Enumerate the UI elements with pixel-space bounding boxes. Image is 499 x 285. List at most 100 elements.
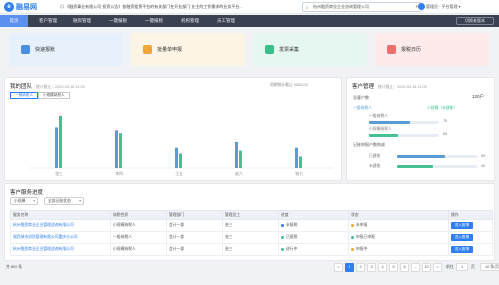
enter-ledger-button[interactable]: 进入账簿 <box>451 222 473 229</box>
document-icon <box>143 45 152 54</box>
page-size-select[interactable]: 10 条/页 <box>480 263 499 271</box>
record-row-label: 已建账 <box>369 154 381 158</box>
nav-org[interactable]: 机构管理 <box>176 15 204 27</box>
quick-card-tax-calendar[interactable]: 报税日历 <box>375 33 489 66</box>
chevron-down-icon: ▾ <box>79 199 81 203</box>
bar[interactable] <box>179 153 182 169</box>
taxpayer-type: 一般纳税人 <box>110 231 167 244</box>
company-select[interactable]: ⌕ 杭州融资商业企业咨询管理公司 ▾ <box>302 2 422 12</box>
x-tick-label: 钱七 <box>295 171 303 176</box>
progress-bar <box>369 121 439 124</box>
bar[interactable] <box>239 150 242 168</box>
table-row[interactable]: 湖西城市消防管理有限公司重庆分公司 一般纳税人 会计一部 张三 已报税 申报已申报 进入账簿 <box>10 231 493 244</box>
progress-bar <box>369 134 439 137</box>
bar[interactable] <box>55 127 58 168</box>
taxpayer-toggle: 一般纳税人 小规模纳税人 <box>10 92 70 99</box>
quick-card-batch-declare[interactable]: 批量单申报 <box>131 33 245 66</box>
total-customers-value: 120户 <box>472 94 484 100</box>
service-name-link[interactable]: 湖西城市消防管理有限公司重庆分公司 <box>10 231 111 244</box>
page-button[interactable]: 3 <box>367 263 376 272</box>
table-row[interactable]: 杭州融资商业企业管理咨询有限公司 小规模纳税人 会计一部 张三 未报税 未申报 进入账簿 <box>10 219 493 232</box>
page-button[interactable]: 2 <box>356 263 365 272</box>
page-button[interactable]: 1 <box>345 263 354 272</box>
switch-version-button[interactable]: 切换老版本 <box>456 17 494 25</box>
user-menu[interactable]: 管理员 · 平台管理 ▾ <box>426 4 461 10</box>
x-tick-label: 张三 <box>55 171 63 176</box>
service-name-link[interactable]: 杭州融资商业企业管理咨询有限公司 <box>10 243 111 256</box>
nav-tax[interactable]: 一键报税 <box>104 15 132 27</box>
quick-card-reimburse[interactable]: 快速报账 <box>9 33 123 66</box>
logo[interactable]: e 融易网 <box>4 2 37 12</box>
total-customers-label: 总客户数 <box>353 95 369 100</box>
tab-small-taxpayer[interactable]: 小规模纳税人 <box>37 92 70 99</box>
progress-text: 进行中 <box>286 247 298 251</box>
notice-marquee[interactable]: ◎ 《融资事业有限公司 投资公告》各融资租赁平台的有关部门在开业部门 业主的工作… <box>60 4 243 10</box>
table-row[interactable]: 杭州融资商业企业管理咨询有限公司 小规模纳税人 会计一部 张三 进行中 申报中 进入账簿 <box>10 243 493 256</box>
page-button[interactable]: 4 <box>378 263 387 272</box>
progress-cell: 进行中 <box>278 243 349 256</box>
bar[interactable] <box>59 115 62 168</box>
column-header: 纳税性质 <box>110 210 167 220</box>
nav-customers[interactable]: 客户管理 <box>34 15 62 27</box>
progress-fill <box>397 165 433 168</box>
page-button[interactable]: 10 <box>422 263 431 272</box>
row-value: 50 <box>443 132 448 136</box>
nav-finance[interactable]: 融资管理 <box>68 15 96 27</box>
avatar[interactable] <box>418 3 425 10</box>
search-icon: ⌕ <box>306 5 309 11</box>
bar[interactable] <box>235 141 238 168</box>
nav-staff[interactable]: 员工管理 <box>212 15 240 27</box>
quick-card-invoice[interactable]: 发票采集 <box>253 33 367 66</box>
nav-home[interactable]: 首页 <box>0 15 28 27</box>
staff: 张三 <box>222 219 279 232</box>
department: 会计一部 <box>166 243 223 256</box>
goto-page-input[interactable]: 1 <box>456 263 468 271</box>
quick-card-label: 报税日历 <box>401 47 422 53</box>
bar[interactable] <box>299 156 302 168</box>
service-name-link[interactable]: 杭州融资商业企业管理咨询有限公司 <box>10 219 111 232</box>
record-row-label: 未建账 <box>369 164 381 168</box>
bar[interactable] <box>175 147 178 168</box>
page-button[interactable]: … <box>411 263 420 272</box>
top-bar: e 融易网 ◎ 《融资事业有限公司 投资公告》各融资租赁平台的有关部门在开业部门… <box>0 0 499 14</box>
operation-cell: 进入账簿 <box>448 231 493 244</box>
progress-text: 已报税 <box>286 235 298 239</box>
department: 会计一部 <box>166 219 223 232</box>
row-label: 一般纳税人 <box>369 114 388 118</box>
prev-page-button[interactable]: < <box>334 263 343 272</box>
main-nav: 首页 客户管理 融资管理 一键报税 一键报税 机构管理 员工管理 切换老版本 <box>0 15 499 27</box>
enter-ledger-button[interactable]: 进入账簿 <box>451 234 473 241</box>
record-row-value: 50 <box>481 154 486 158</box>
column-header: 管理部门 <box>166 210 223 220</box>
status-filter-select[interactable]: 全部记账状态 ▾ <box>44 197 84 205</box>
bar[interactable] <box>115 130 118 168</box>
x-tick-label: 赵六 <box>235 171 243 176</box>
status-dot-icon <box>351 247 354 251</box>
progress-fill <box>369 121 410 124</box>
row-value: 70 <box>443 119 448 123</box>
team-right-note: 同期统计截止 2020-03 <box>270 83 308 87</box>
staff: 张三 <box>222 231 279 244</box>
status-cell: 申报已申报 <box>348 231 449 244</box>
quick-card-label: 发票采集 <box>279 47 300 53</box>
service-title: 客户服务进度 <box>10 190 44 196</box>
taxpayer-filter-select[interactable]: 小规模 ▾ <box>10 197 38 205</box>
page-button[interactable]: 6 <box>400 263 409 272</box>
nav-tax-2[interactable]: 一键报税 <box>140 15 168 27</box>
column-header: 服务名称 <box>10 210 111 220</box>
next-page-button[interactable]: > <box>433 263 442 272</box>
enter-ledger-button[interactable]: 进入账簿 <box>451 246 473 253</box>
status-text: 申报中 <box>356 247 368 251</box>
progress-cell: 未报税 <box>278 219 349 232</box>
x-tick-label: 王五 <box>175 172 183 176</box>
legend-general: 一般纳税人 <box>353 106 372 110</box>
progress-fill <box>369 134 399 137</box>
tab-general-taxpayer[interactable]: 一般纳税人 <box>10 92 38 99</box>
bar[interactable] <box>295 147 298 168</box>
page-button[interactable]: 5 <box>389 263 398 272</box>
column-header: 操作 <box>448 210 493 220</box>
table-header-row: 服务名称 纳税性质 管理部门 管理员工 进度 状态 操作 <box>10 210 493 220</box>
calendar-icon <box>387 45 396 54</box>
column-header: 状态 <box>348 210 449 220</box>
bar[interactable] <box>119 133 122 168</box>
